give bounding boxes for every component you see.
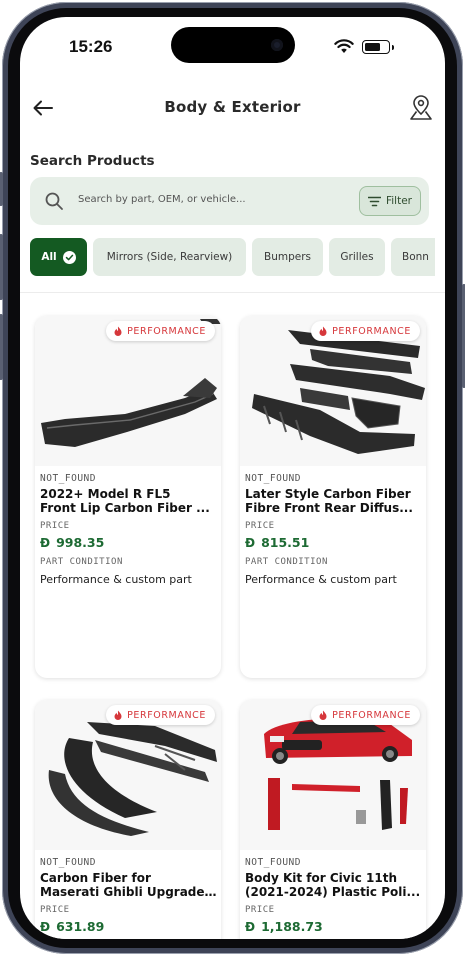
search-section-label: Search Products bbox=[30, 153, 155, 169]
filter-icon bbox=[367, 196, 381, 206]
battery-icon bbox=[362, 40, 394, 54]
performance-badge: PERFORMANCE bbox=[311, 321, 420, 341]
filter-label: Filter bbox=[385, 195, 412, 207]
product-name: Carbon Fiber for Maserati Ghibli Upgrade… bbox=[40, 871, 218, 899]
brand-label: NOT_FOUND bbox=[245, 473, 301, 484]
price-value: 815.51 bbox=[261, 535, 310, 550]
condition-value: Performance & custom part bbox=[245, 573, 397, 586]
chip-grilles[interactable]: Grilles bbox=[329, 238, 385, 276]
search-icon bbox=[45, 192, 63, 210]
condition-value: Performance & custom part bbox=[40, 573, 192, 586]
status-time: 15:26 bbox=[69, 37, 113, 56]
product-price: Đ 815.51 bbox=[245, 535, 309, 550]
currency-symbol: Đ bbox=[40, 919, 51, 934]
product-price: Đ 998.35 bbox=[40, 535, 104, 550]
chip-label: Grilles bbox=[340, 251, 374, 263]
brand-label: NOT_FOUND bbox=[245, 857, 301, 868]
chip-mirrors[interactable]: Mirrors (Side, Rearview) bbox=[93, 238, 246, 276]
badge-label: PERFORMANCE bbox=[127, 709, 206, 721]
product-card[interactable]: PERFORMANCE NOT_FOUND Body Kit for Civic… bbox=[240, 700, 426, 939]
product-price: Đ 631.89 bbox=[40, 919, 104, 934]
product-name-line-2: (2021-2024) Plastic Poli... bbox=[245, 885, 421, 899]
chip-label: All bbox=[41, 251, 57, 263]
status-bar: 15:26 bbox=[20, 17, 445, 77]
category-chips: All Mirrors (Side, Rearview) Bumpers Gri… bbox=[30, 238, 435, 276]
flame-icon bbox=[319, 326, 327, 336]
location-button[interactable] bbox=[407, 93, 435, 123]
flame-icon bbox=[319, 710, 327, 720]
price-label: PRICE bbox=[40, 521, 70, 531]
product-card[interactable]: PERFORMANCE NOT_FOUND Later Style Carbon… bbox=[240, 316, 426, 678]
product-price: Đ 1,188.73 bbox=[245, 919, 323, 934]
chip-bumpers[interactable]: Bumpers bbox=[252, 238, 323, 276]
product-name-line-1: 2022+ Model R FL5 bbox=[40, 487, 171, 501]
brand-label: NOT_FOUND bbox=[40, 473, 96, 484]
condition-label: PART CONDITION bbox=[40, 557, 123, 567]
price-label: PRICE bbox=[40, 905, 70, 915]
product-name-line-2: Fibre Front Rear Diffus... bbox=[245, 501, 413, 515]
action-button bbox=[0, 172, 3, 206]
brand-label: NOT_FOUND bbox=[40, 857, 96, 868]
product-name-line-1: Later Style Carbon Fiber bbox=[245, 487, 411, 501]
camera-icon bbox=[271, 39, 283, 51]
volume-down-button bbox=[0, 314, 3, 380]
chip-bonnets[interactable]: Bonn bbox=[391, 238, 435, 276]
product-name-line-1: Carbon Fiber for bbox=[40, 871, 151, 885]
product-name: Later Style Carbon Fiber Fibre Front Rea… bbox=[245, 487, 423, 515]
price-label: PRICE bbox=[245, 905, 275, 915]
product-name-line-1: Body Kit for Civic 11th bbox=[245, 871, 397, 885]
badge-label: PERFORMANCE bbox=[127, 325, 206, 337]
volume-up-button bbox=[0, 234, 3, 300]
flame-icon bbox=[114, 326, 122, 336]
divider bbox=[20, 292, 445, 293]
map-pin-icon bbox=[410, 95, 432, 120]
dynamic-island bbox=[171, 27, 295, 63]
page-title: Body & Exterior bbox=[164, 98, 301, 116]
currency-symbol: Đ bbox=[245, 535, 256, 550]
chip-all[interactable]: All bbox=[30, 238, 87, 276]
wifi-icon bbox=[334, 39, 354, 53]
price-value: 998.35 bbox=[56, 535, 105, 550]
product-name: Body Kit for Civic 11th (2021-2024) Plas… bbox=[245, 871, 423, 899]
product-card[interactable]: PERFORMANCE NOT_FOUND 2022+ Model R FL5 … bbox=[35, 316, 221, 678]
top-app-bar: Body & Exterior bbox=[20, 89, 445, 129]
currency-symbol: Đ bbox=[40, 535, 51, 550]
check-circle-icon bbox=[62, 250, 76, 264]
performance-badge: PERFORMANCE bbox=[311, 705, 420, 725]
price-value: 1,188.73 bbox=[261, 919, 323, 934]
search-bar[interactable]: Search by part, OEM, or vehicle... Filte… bbox=[30, 177, 429, 225]
search-input[interactable]: Search by part, OEM, or vehicle... bbox=[78, 194, 246, 205]
performance-badge: PERFORMANCE bbox=[106, 321, 215, 341]
product-name-line-2: Front Lip Carbon Fiber ... bbox=[40, 501, 210, 515]
chip-label: Bonn bbox=[402, 251, 429, 263]
currency-symbol: Đ bbox=[245, 919, 256, 934]
flame-icon bbox=[114, 710, 122, 720]
badge-label: PERFORMANCE bbox=[332, 709, 411, 721]
price-value: 631.89 bbox=[56, 919, 105, 934]
performance-badge: PERFORMANCE bbox=[106, 705, 215, 725]
price-label: PRICE bbox=[245, 521, 275, 531]
chip-label: Mirrors (Side, Rearview) bbox=[106, 251, 233, 263]
product-name-line-2: Maserati Ghibli Upgrade... bbox=[40, 885, 218, 899]
filter-button[interactable]: Filter bbox=[359, 186, 421, 216]
chip-label: Bumpers bbox=[264, 251, 311, 263]
condition-label: PART CONDITION bbox=[245, 557, 328, 567]
product-card[interactable]: PERFORMANCE NOT_FOUND Carbon Fiber for M… bbox=[35, 700, 221, 939]
product-name: 2022+ Model R FL5 Front Lip Carbon Fiber… bbox=[40, 487, 218, 515]
badge-label: PERFORMANCE bbox=[332, 325, 411, 337]
app-screen: 15:26 Body & Exterior Search Products Se… bbox=[20, 17, 445, 939]
